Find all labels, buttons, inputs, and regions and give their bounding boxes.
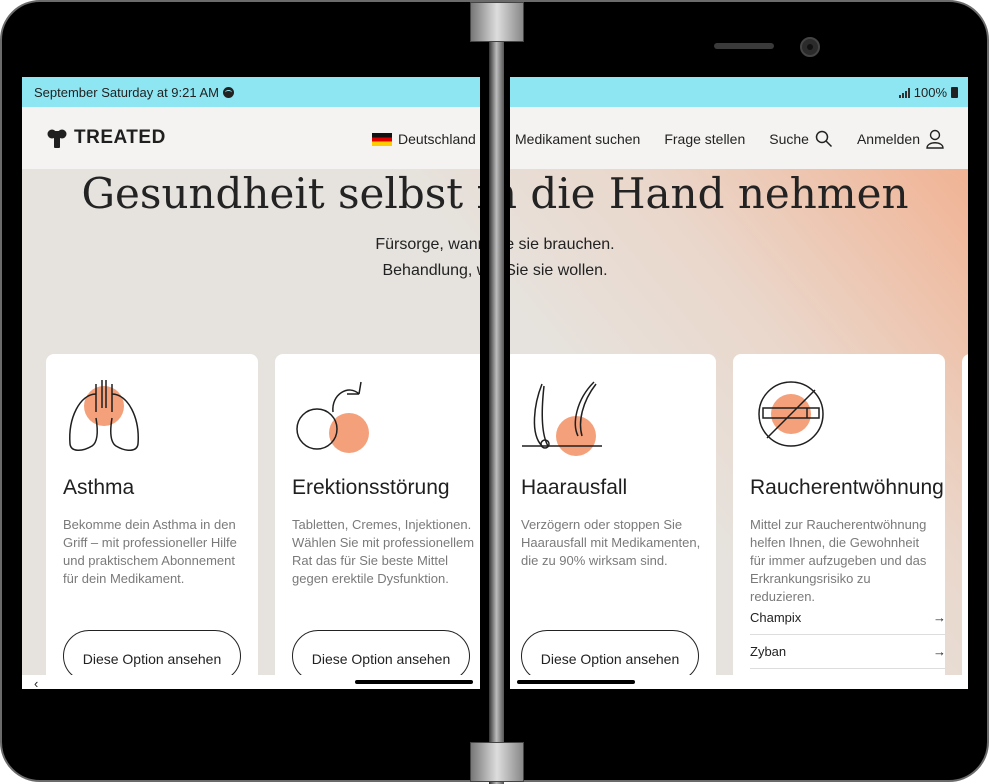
- logo-text: TREATED: [74, 127, 166, 148]
- signal-icon: [898, 87, 910, 98]
- status-bar: September Saturday at 9:21 AM 100%: [22, 77, 480, 107]
- earpiece-speaker: [714, 43, 774, 49]
- circles-arrow-icon: [296, 381, 369, 453]
- card-next-partial[interactable]: [962, 354, 968, 689]
- spotify-icon: [223, 87, 234, 98]
- card-title: Asthma: [63, 476, 135, 499]
- hero-subtitle-line-2: Behandlung, wie Sie sie wollen.: [382, 262, 480, 279]
- arrow-right-icon: →: [933, 644, 946, 659]
- no-smoking-icon: [758, 381, 824, 447]
- right-screen: September Saturday at 9:21 AM 100% TREAT…: [510, 77, 968, 689]
- card-erectile-dysfunction[interactable]: Erektionsstörung Tabletten, Cremes, Inje…: [275, 354, 480, 689]
- treated-logo-icon: [47, 129, 67, 148]
- left-screen: September Saturday at 9:21 AM 100% TREAT…: [22, 77, 480, 689]
- gesture-handle-left[interactable]: [355, 680, 473, 684]
- medication-name: Champix: [750, 610, 802, 625]
- site-header: TREATED Deutschland ⌄ Medikament suchen …: [510, 107, 968, 169]
- search-icon: [815, 130, 832, 148]
- card-asthma[interactable]: Asthma Bekomme dein Asthma in den Griff …: [46, 354, 258, 689]
- card-hair-loss[interactable]: Haarausfall Verzögern oder stoppen Sie H…: [510, 354, 716, 689]
- logo[interactable]: TREATED: [46, 127, 166, 149]
- search-label: Suche: [769, 131, 809, 147]
- find-medicine-link[interactable]: Medikament suchen: [515, 131, 640, 147]
- login-button[interactable]: Anmelden: [857, 129, 944, 149]
- card-description: Tabletten, Cremes, Injektionen. Wählen S…: [292, 517, 475, 586]
- medication-link-champix[interactable]: Champix →: [750, 601, 946, 635]
- country-selector[interactable]: Deutschland ⌄: [371, 131, 480, 147]
- back-chevron-icon[interactable]: ‹: [34, 676, 38, 689]
- medication-link-zyban[interactable]: Zyban →: [750, 635, 946, 669]
- hero-subtitle-line-1: Fürsorge, wann Sie sie brauchen.: [510, 236, 615, 253]
- front-camera: [800, 37, 820, 57]
- hero-title: Gesundheit selbst in die Hand nehmen: [510, 169, 909, 218]
- ask-question-link[interactable]: Frage stellen: [664, 131, 745, 147]
- card-title: Raucherentwöhnung: [750, 476, 944, 499]
- card-title: Erektionsstörung: [292, 476, 450, 499]
- medication-list: Champix → Zyban →: [750, 601, 946, 669]
- user-icon: [926, 129, 944, 149]
- german-flag-icon: [371, 132, 392, 146]
- card-description: Verzögern oder stoppen Sie Haarausfall m…: [521, 517, 701, 568]
- device-hinge: [470, 2, 524, 784]
- hero-subtitle-line-1: Fürsorge, wann Sie sie brauchen.: [375, 236, 480, 253]
- login-label: Anmelden: [856, 131, 920, 147]
- hero-section: Gesundheit selbst in die Hand nehmen Für…: [510, 169, 968, 689]
- search-button[interactable]: Suche: [769, 130, 833, 148]
- card-smoking-cessation[interactable]: Raucherentwöhnung Mittel zur Raucherentw…: [733, 354, 946, 689]
- medication-name: Zyban: [750, 644, 787, 659]
- system-gesture-bar: ‹: [22, 675, 480, 689]
- gesture-handle-right[interactable]: [517, 680, 635, 684]
- hero-section: Gesundheit selbst in die Hand nehmen Für…: [22, 169, 480, 689]
- country-label: Deutschland: [397, 131, 476, 147]
- battery-icon: [951, 87, 958, 98]
- system-gesture-bar: ‹: [510, 675, 968, 689]
- battery-level: 100%: [913, 85, 947, 100]
- card-description: Mittel zur Raucherentwöhnung helfen Ihne…: [750, 517, 927, 604]
- hero-title: Gesundheit selbst in die Hand nehmen: [81, 169, 480, 218]
- arrow-right-icon: →: [933, 610, 946, 625]
- card-description: Bekomme dein Asthma in den Griff – mit p…: [63, 517, 237, 586]
- lungs-icon: [69, 380, 139, 451]
- status-bar: September Saturday at 9:21 AM 100%: [510, 77, 968, 107]
- site-header: TREATED Deutschland ⌄ Medikament suchen …: [22, 107, 480, 169]
- hero-subtitle-line-2: Behandlung, wie Sie sie wollen.: [510, 262, 608, 279]
- card-title: Haarausfall: [521, 476, 628, 499]
- hair-follicle-icon: [522, 381, 602, 456]
- status-time: September Saturday at 9:21 AM: [34, 85, 219, 100]
